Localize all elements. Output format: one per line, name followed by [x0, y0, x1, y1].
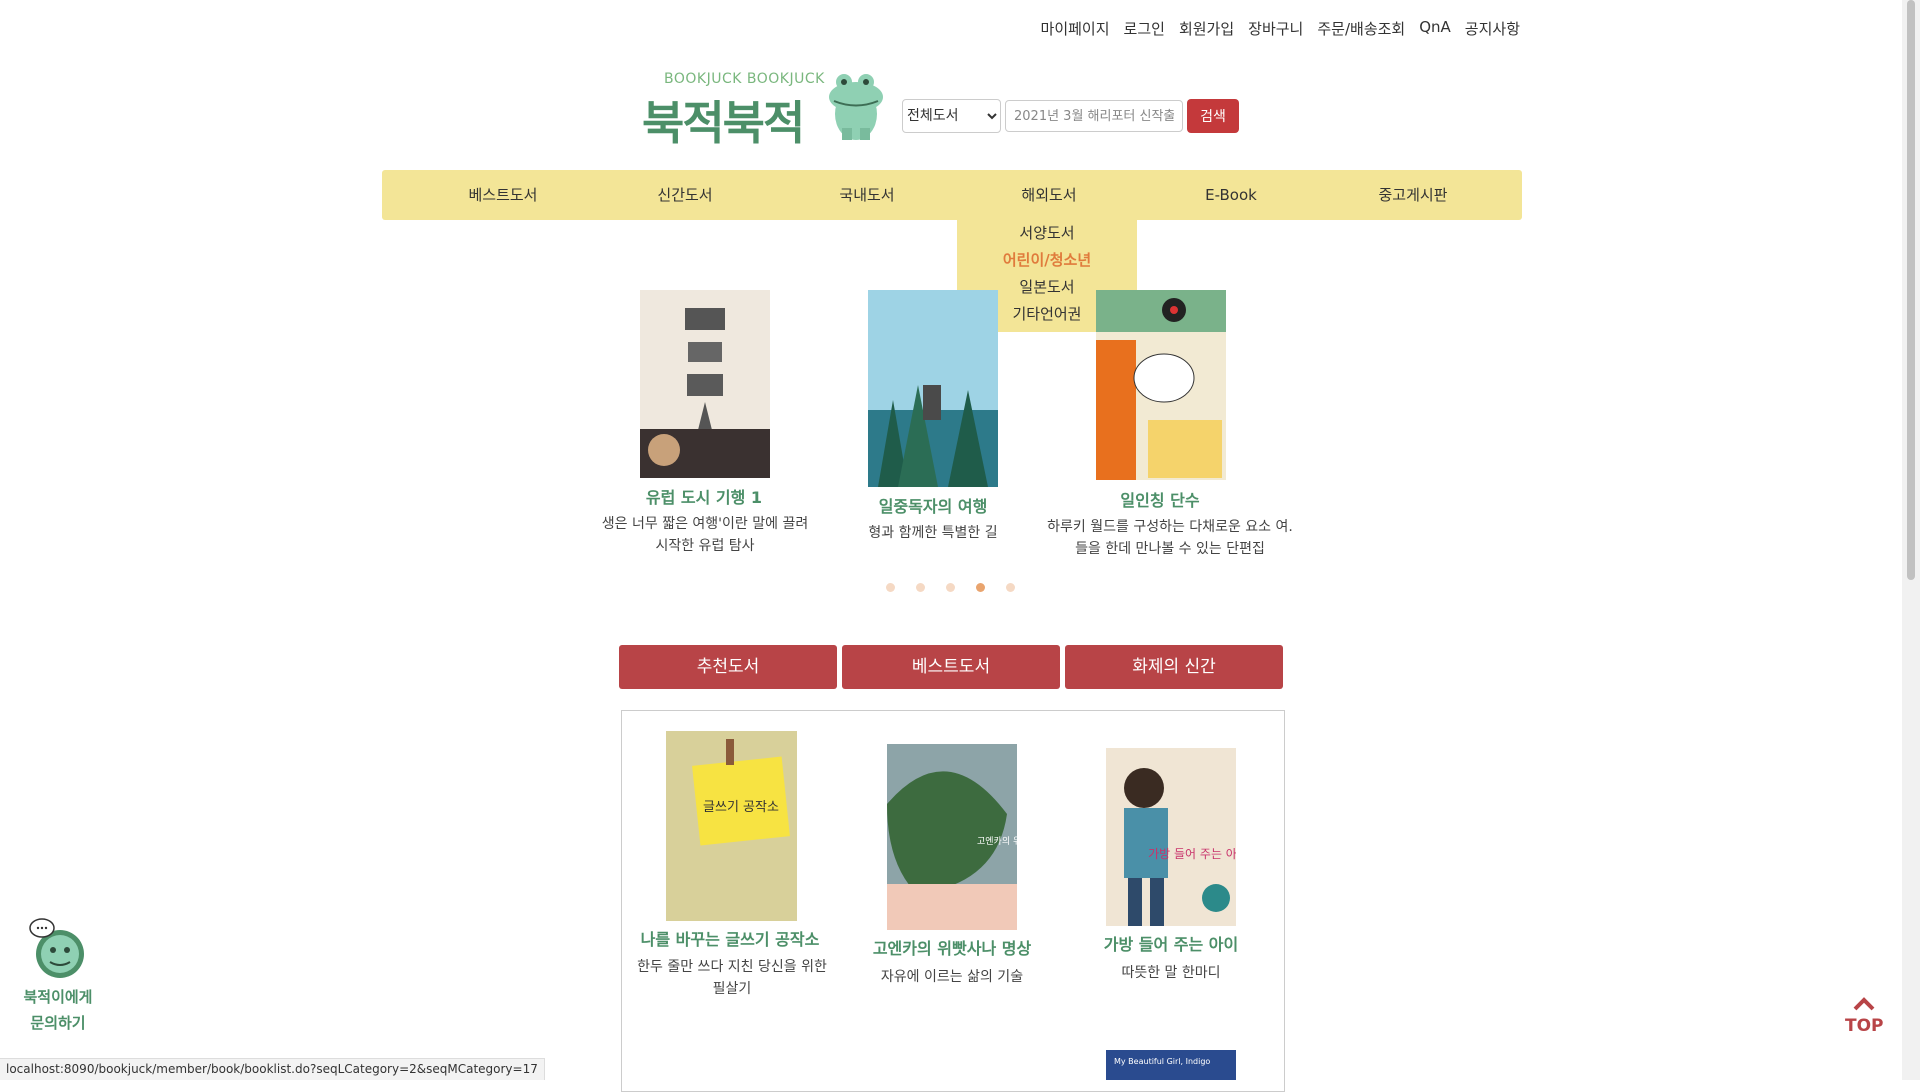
top-label: TOP	[1845, 1016, 1884, 1036]
slide-description: 하루키 월드를 구성하는 다채로운 요소 여. 들을 한데 만나볼 수 있는 단…	[1047, 519, 1293, 557]
search-category-select[interactable]: 전체도서	[902, 99, 1001, 133]
link-order-tracking[interactable]: 주문/배송조회	[1317, 18, 1405, 39]
book-description: 따뜻한 말 한마디	[1121, 965, 1221, 981]
book-section-tabs: 추천도서 베스트도서 화제의 신간	[619, 645, 1283, 689]
book-cover-europe[interactable]	[640, 290, 770, 478]
menu-domestic[interactable]: 국내도서	[776, 170, 958, 220]
menu-bestseller[interactable]: 베스트도서	[412, 170, 594, 220]
cover-text: My Beautiful Girl, Indigo	[1114, 1057, 1210, 1066]
slide-description: 형과 함께한 특별한 길	[868, 525, 998, 541]
book-cover-bag-carrying-child[interactable]: 가방 들어 주는 아이	[1106, 748, 1236, 926]
crocodile-mascot-icon	[829, 74, 883, 140]
carousel-dot[interactable]	[946, 583, 955, 592]
book-title[interactable]: 가방 들어 주는 아이	[1071, 931, 1271, 955]
link-mypage[interactable]: 마이페이지	[1041, 18, 1110, 39]
book-title[interactable]: 나를 바꾸는 글쓰기 공작소	[620, 926, 840, 950]
top-utility-nav: 마이페이지 로그인 회원가입 장바구니 주문/배송조회 QnA 공지사항	[1041, 18, 1520, 39]
carousel-dot-active[interactable]	[976, 583, 985, 592]
chatbot-label-line1: 북적이에게	[23, 988, 93, 1006]
book-cover-first-person[interactable]	[1096, 290, 1226, 480]
book-cover-writing-workshop[interactable]: 글쓰기 공작소	[666, 731, 797, 921]
book-cover-next[interactable]: My Beautiful Girl, Indigo	[1106, 1050, 1236, 1080]
carousel-dot[interactable]	[916, 583, 925, 592]
slide-title[interactable]: 일중독자의 여행	[833, 493, 1033, 517]
book-title[interactable]: 고엔카의 위빳사나 명상	[852, 935, 1052, 959]
scrollbar-thumb[interactable]	[1907, 0, 1915, 580]
site-logo[interactable]: BOOKJUCK BOOKJUCK 북적북적	[640, 66, 890, 150]
book-description: 한두 줄만 쓰다 지친 당신을 위한 필살기	[637, 959, 827, 997]
carousel-dot[interactable]	[886, 583, 895, 592]
carousel-dot[interactable]	[1006, 583, 1015, 592]
back-to-top-button[interactable]: TOP	[1845, 995, 1884, 1036]
cover-text: 고엔카의 위빳사나 명상	[977, 836, 1017, 847]
menu-new-books[interactable]: 신간도서	[594, 170, 776, 220]
link-signup[interactable]: 회원가입	[1179, 18, 1234, 39]
browser-status-url: localhost:8090/bookjuck/member/book/book…	[0, 1058, 545, 1080]
link-notice[interactable]: 공지사항	[1465, 18, 1520, 39]
dropdown-western[interactable]: 서양도서	[957, 220, 1137, 247]
chevron-up-icon	[1853, 997, 1875, 1011]
tab-bestseller[interactable]: 베스트도서	[842, 645, 1060, 689]
link-cart[interactable]: 장바구니	[1248, 18, 1303, 39]
cover-text: 글쓰기 공작소	[703, 800, 779, 815]
search-input[interactable]	[1005, 100, 1183, 132]
tab-recommended[interactable]: 추천도서	[619, 645, 837, 689]
chatbot-label-line2: 문의하기	[30, 1014, 86, 1032]
chatbot-mascot-icon	[29, 918, 84, 978]
book-cover-workaholic[interactable]	[868, 290, 998, 487]
chatbot-widget[interactable]: 북적이에게 문의하기	[18, 918, 98, 1036]
slide-title[interactable]: 유럽 도시 기행 1	[604, 484, 804, 508]
carousel-pagination	[886, 583, 1015, 592]
search-bar: 전체도서 검색	[902, 99, 1239, 133]
main-category-menu: 베스트도서 신간도서 국내도서 해외도서 E-Book 중고게시판	[382, 170, 1522, 220]
page-scrollbar[interactable]	[1902, 0, 1920, 1080]
slide-title[interactable]: 일인칭 단수	[1060, 487, 1260, 511]
menu-foreign[interactable]: 해외도서	[958, 170, 1140, 220]
tab-hot-new[interactable]: 화제의 신간	[1065, 645, 1283, 689]
dropdown-children[interactable]: 어린이/청소년	[957, 247, 1137, 274]
menu-used-board[interactable]: 중고게시판	[1322, 170, 1504, 220]
search-button[interactable]: 검색	[1187, 99, 1239, 133]
menu-ebook[interactable]: E-Book	[1140, 170, 1322, 220]
logo-title: 북적북적	[642, 96, 805, 150]
book-description: 자유에 이르는 삶의 기술	[880, 969, 1024, 985]
cover-text: 가방 들어 주는 아이	[1148, 847, 1236, 861]
book-cover-goenka[interactable]: 고엔카의 위빳사나 명상	[887, 744, 1017, 930]
link-login[interactable]: 로그인	[1124, 18, 1165, 39]
slide-description: 생은 너무 짧은 여행'이란 말에 끌려 시작한 유럽 탐사	[601, 516, 809, 554]
logo-subtitle: BOOKJUCK BOOKJUCK	[664, 71, 825, 87]
link-qna[interactable]: QnA	[1419, 18, 1451, 39]
